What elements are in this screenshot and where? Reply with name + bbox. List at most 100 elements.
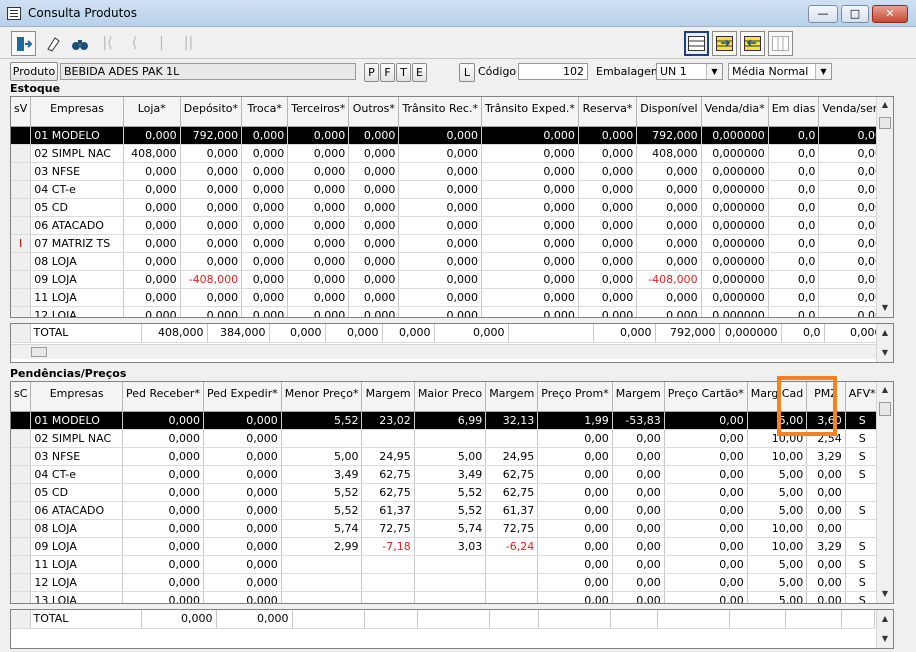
- pend-column-header[interactable]: Preço Prom*: [537, 382, 613, 412]
- stock-column-header[interactable]: Trânsito Exped.*: [481, 97, 579, 127]
- stock-column-header[interactable]: Venda/dia*: [701, 97, 769, 127]
- value-cell: 0,00: [537, 555, 613, 574]
- table-row[interactable]: 12 LOJA 0,000 0,000 0,000 0,000 0,000 0,000 0,0…: [11, 306, 893, 317]
- table-row[interactable]: 13 LOJA 0,000 0,000 0,00 0,00 0,00 5,00 0,00 S: [11, 591, 893, 603]
- stock-column-header[interactable]: Disponível: [636, 97, 702, 127]
- pend-column-header[interactable]: PMZ: [806, 382, 846, 412]
- table-row[interactable]: 04 CT-e 0,000 0,000 3,49 62,75 3,49 62,75 0,00 0…: [11, 465, 893, 484]
- flag-p-button[interactable]: P: [364, 63, 379, 82]
- table-row[interactable]: 05 CD 0,000 0,000 0,000 0,000 0,000 0,000 0,000…: [11, 198, 893, 217]
- table-row[interactable]: 03 NFSE 0,000 0,000 0,000 0,000 0,000 0,000 0,0…: [11, 162, 893, 181]
- table-row[interactable]: 03 NFSE 0,000 0,000 5,00 24,95 5,00 24,95 0,00 0…: [11, 447, 893, 466]
- stock-total-spinner[interactable]: ▲ ▼: [876, 324, 893, 362]
- scroll-thumb[interactable]: [31, 347, 47, 357]
- table-row[interactable]: 11 LOJA 0,000 0,000 0,000 0,000 0,000 0,000 0,0…: [11, 288, 893, 307]
- stock-column-header[interactable]: Depósito*: [180, 97, 243, 127]
- scroll-up-icon[interactable]: ▲: [877, 612, 893, 626]
- table-row[interactable]: 06 ATACADO 0,000 0,000 0,000 0,000 0,000 0,000…: [11, 216, 893, 235]
- table-row[interactable]: 12 LOJA 0,000 0,000 0,00 0,00 0,00 5,00 0,00 S: [11, 573, 893, 592]
- table-row[interactable]: 08 LOJA 0,000 0,000 5,74 72,75 5,74 72,75 0,00 0…: [11, 519, 893, 538]
- value-cell: 0,000: [348, 162, 400, 181]
- next-record-button[interactable]: |: [149, 31, 174, 56]
- code-field[interactable]: 102: [518, 63, 588, 80]
- import-button[interactable]: [740, 31, 765, 56]
- average-select[interactable]: Média Normal ▼: [728, 63, 832, 80]
- value-cell: 0,000: [481, 198, 579, 217]
- pend-column-header[interactable]: Menor Preço*: [281, 382, 363, 412]
- table-row[interactable]: 11 LOJA 0,000 0,000 0,00 0,00 0,00 5,00 0,00 S: [11, 555, 893, 574]
- pend-column-header[interactable]: Ped Expedir*: [203, 382, 282, 412]
- stock-column-header[interactable]: Em dias: [768, 97, 820, 127]
- pend-column-header[interactable]: AFV*: [845, 382, 880, 412]
- pend-column-header[interactable]: Margem: [612, 382, 665, 412]
- close-button[interactable]: ✕: [872, 5, 908, 23]
- table-row[interactable]: 06 ATACADO 0,000 0,000 5,52 61,37 5,52 61,37 0,…: [11, 501, 893, 520]
- columns-button[interactable]: [768, 31, 793, 56]
- scroll-up-icon[interactable]: ▲: [877, 326, 893, 340]
- pend-column-header[interactable]: Marg Cad: [747, 382, 808, 412]
- stock-column-header[interactable]: Trânsito Rec.*: [398, 97, 482, 127]
- maximize-button[interactable]: □: [841, 5, 869, 23]
- scroll-up-icon[interactable]: ▲: [877, 97, 893, 113]
- last-record-button[interactable]: ||: [176, 31, 201, 56]
- table-row[interactable]: 02 SIMPL NAC 408,000 0,000 0,000 0,000 0,000 0…: [11, 144, 893, 163]
- pend-column-header[interactable]: Margem: [361, 382, 415, 412]
- scroll-thumb[interactable]: [879, 402, 891, 416]
- stock-column-header[interactable]: sV: [11, 97, 32, 127]
- chevron-down-icon[interactable]: ▼: [706, 64, 722, 79]
- table-row[interactable]: 09 LOJA 0,000 -408,000 0,000 0,000 0,000 0,000…: [11, 270, 893, 289]
- scroll-thumb[interactable]: [879, 117, 891, 129]
- pend-column-header[interactable]: Margem: [485, 382, 539, 412]
- pending-vertical-scrollbar[interactable]: ▲ ▼: [876, 382, 893, 603]
- export-button[interactable]: [712, 31, 737, 56]
- clear-button[interactable]: [40, 31, 65, 56]
- value-cell: 5,74: [281, 519, 363, 538]
- table-row[interactable]: 05 CD 0,000 0,000 5,52 62,75 5,52 62,75 0,00 0,0…: [11, 483, 893, 502]
- scroll-down-icon[interactable]: ▼: [877, 586, 893, 602]
- table-row[interactable]: 09 LOJA 0,000 0,000 2,99 -7,18 3,03 -6,24 0,00 0…: [11, 537, 893, 556]
- scroll-down-icon[interactable]: ▼: [877, 632, 893, 646]
- pend-column-header[interactable]: Empresas: [30, 382, 123, 412]
- stock-column-header[interactable]: Reserva*: [578, 97, 638, 127]
- first-record-button[interactable]: |⟨: [95, 31, 120, 56]
- pack-select[interactable]: UN 1 ▼: [656, 63, 723, 80]
- stock-horizontal-scrollbar[interactable]: [11, 344, 877, 359]
- scroll-up-icon[interactable]: ▲: [877, 382, 893, 398]
- row-status-cell: [11, 306, 32, 317]
- minimize-button[interactable]: —: [808, 5, 838, 23]
- stock-column-header[interactable]: Terceiros*: [287, 97, 350, 127]
- stock-vertical-scrollbar[interactable]: ▲ ▼: [876, 97, 893, 317]
- chevron-down-icon[interactable]: ▼: [815, 64, 831, 79]
- flag-t-button[interactable]: T: [396, 63, 411, 82]
- table-row[interactable]: 08 LOJA 0,000 0,000 0,000 0,000 0,000 0,000 0,0…: [11, 252, 893, 271]
- table-row[interactable]: 01 MODELO 0,000 0,000 5,52 23,02 6,99 32,13 1,9…: [11, 411, 893, 430]
- stock-column-header[interactable]: Outros*: [348, 97, 400, 127]
- value-cell: 0,000: [578, 198, 638, 217]
- grid-view-button[interactable]: [684, 31, 709, 56]
- exit-button[interactable]: [11, 31, 36, 56]
- stock-column-header[interactable]: Empresas: [30, 97, 124, 127]
- stock-grid[interactable]: sV Empresas Loja* Depósito* Troca* Terceiros*…: [10, 96, 894, 318]
- table-row[interactable]: I 07 MATRIZ TS 0,000 0,000 0,000 0,000 0,000 0,…: [11, 234, 893, 253]
- table-row[interactable]: 01 MODELO 0,000 792,000 0,000 0,000 0,000 0,00…: [11, 126, 893, 145]
- pend-column-header[interactable]: sC: [11, 382, 32, 412]
- pending-total-spinner[interactable]: ▲ ▼: [876, 610, 893, 648]
- flag-e-button[interactable]: E: [412, 63, 427, 82]
- value-cell: 0,00: [664, 411, 748, 430]
- table-row[interactable]: 02 SIMPL NAC 0,000 0,000 0,00 0,00 0,00 10,00 2…: [11, 429, 893, 448]
- pend-column-header[interactable]: Preço Cartão*: [664, 382, 748, 412]
- pend-column-header[interactable]: Ped Receber*: [122, 382, 204, 412]
- product-name-field[interactable]: BEBIDA ADES PAK 1L: [60, 63, 356, 80]
- pending-grid[interactable]: sC Empresas Ped Receber* Ped Expedir* Menor …: [10, 381, 894, 604]
- search-button[interactable]: [67, 31, 92, 56]
- stock-column-header[interactable]: Troca*: [241, 97, 289, 127]
- pend-column-header[interactable]: Maior Preco: [414, 382, 487, 412]
- prev-record-button[interactable]: ⟨: [122, 31, 147, 56]
- l-button[interactable]: L: [459, 63, 475, 82]
- table-row[interactable]: 04 CT-e 0,000 0,000 0,000 0,000 0,000 0,000 0,0…: [11, 180, 893, 199]
- stock-column-header[interactable]: Loja*: [123, 97, 181, 127]
- product-button[interactable]: Produto: [10, 62, 58, 81]
- scroll-down-icon[interactable]: ▼: [877, 300, 893, 316]
- flag-f-button[interactable]: F: [380, 63, 395, 82]
- scroll-down-icon[interactable]: ▼: [877, 346, 893, 360]
